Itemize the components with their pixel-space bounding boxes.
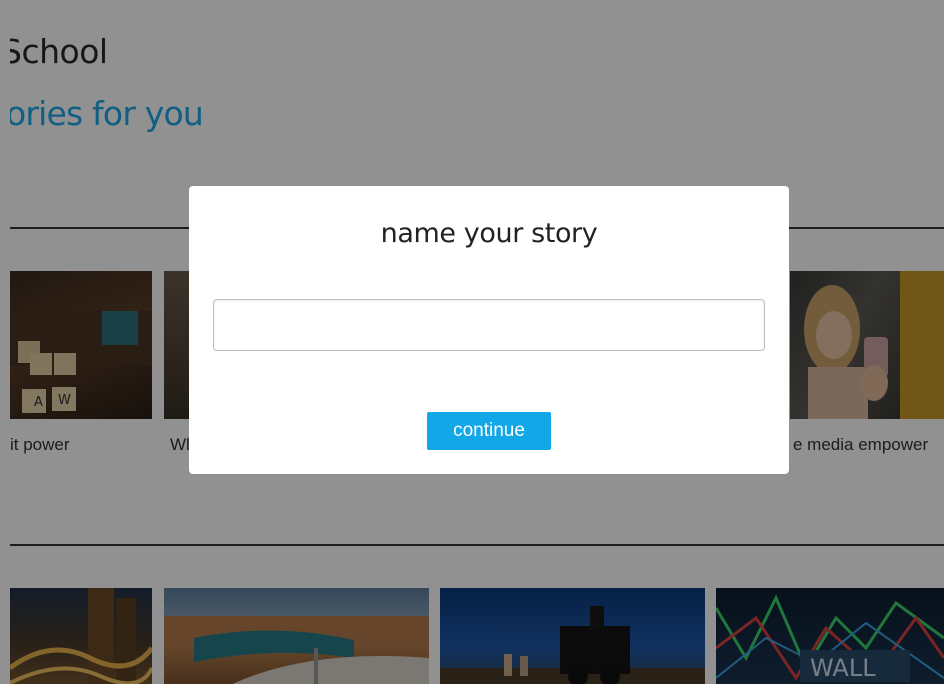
story-name-input[interactable] [213,299,765,351]
dialog-title: name your story [380,218,598,249]
name-story-dialog: name your story continue [189,186,789,474]
continue-button[interactable]: continue [427,412,551,450]
